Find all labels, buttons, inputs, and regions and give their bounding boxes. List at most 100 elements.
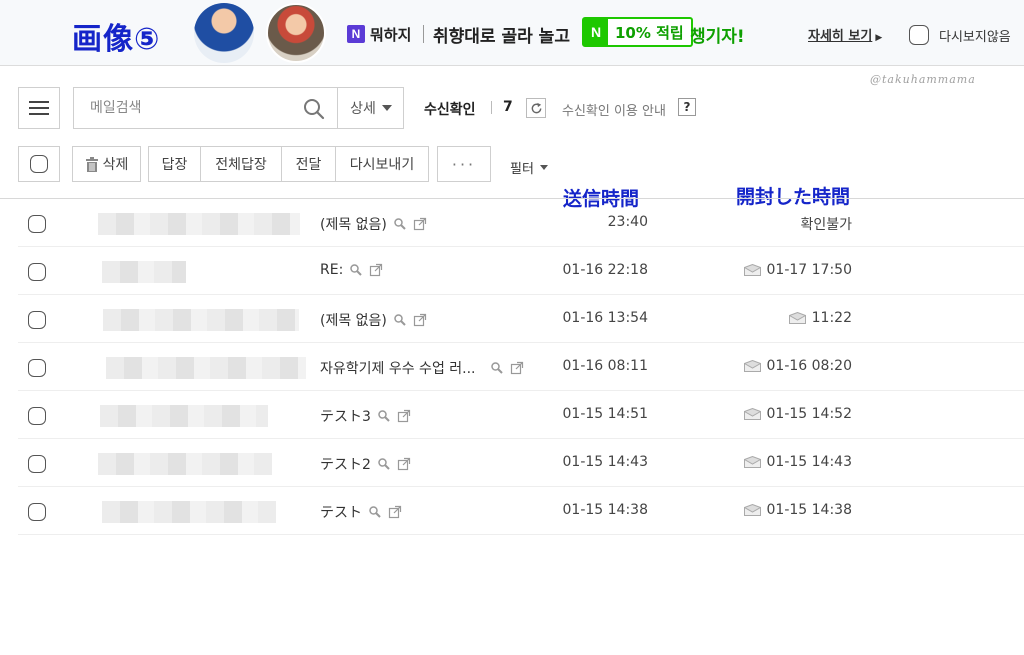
table-row[interactable]: (제목 없음) 01-16 13:54 11:22 bbox=[18, 295, 1024, 343]
resend-button[interactable]: 다시보내기 bbox=[335, 146, 429, 182]
detail-label: 상세 bbox=[350, 101, 376, 117]
table-row[interactable]: RE: 01-16 22:18 01-17 17:50 bbox=[18, 247, 1024, 295]
reply-button[interactable]: 답장 bbox=[148, 146, 201, 182]
receipt-divider bbox=[491, 101, 492, 114]
opened-time-text: 01-15 14:52 bbox=[766, 406, 852, 422]
ad-banner[interactable]: 画像⑤ N 뭐하지 취향대로 골라 놀고 N 10% 적립 챙기자! 자세히 보… bbox=[0, 0, 1024, 66]
help-icon[interactable]: ? bbox=[678, 98, 696, 116]
row-checkbox[interactable] bbox=[28, 407, 46, 425]
table-row[interactable]: テスト 01-15 14:38 01-15 14:38 bbox=[18, 487, 1024, 535]
sent-time: 01-16 08:11 bbox=[562, 358, 648, 374]
filter-dropdown[interactable]: 필터 bbox=[510, 158, 548, 177]
sender-blurred bbox=[100, 405, 268, 427]
magnifier-icon[interactable] bbox=[368, 505, 382, 519]
checkbox-icon bbox=[30, 155, 48, 173]
hamburger-menu-icon[interactable] bbox=[18, 87, 60, 129]
search-icon[interactable] bbox=[302, 97, 326, 121]
sender-blurred bbox=[102, 501, 276, 523]
envelope-open-icon bbox=[788, 312, 806, 324]
row-checkbox[interactable] bbox=[28, 359, 46, 377]
row-checkbox[interactable] bbox=[28, 263, 46, 281]
mail-subject[interactable]: テスト2 bbox=[320, 454, 411, 474]
table-row[interactable]: 자유학기제 우수 수업 러... 01-16 08:11 01-16 08:20 bbox=[18, 343, 1024, 391]
opened-time: 01-16 08:20 bbox=[698, 358, 852, 374]
receipt-help-link[interactable]: 수신확인 이용 안내 bbox=[562, 100, 666, 119]
envelope-open-icon bbox=[743, 504, 761, 516]
ad-divider bbox=[423, 25, 424, 43]
sent-time: 01-15 14:43 bbox=[562, 454, 648, 470]
chevron-down-icon bbox=[539, 165, 548, 170]
table-row[interactable]: テスト3 01-15 14:51 01-15 14:52 bbox=[18, 391, 1024, 439]
naverpay-reward-label: 10% 적립 bbox=[615, 23, 684, 42]
ad-cta-text: 챙기자! bbox=[690, 27, 745, 47]
mail-subject[interactable]: (제목 없음) bbox=[320, 214, 427, 234]
opened-time: 01-15 14:52 bbox=[698, 406, 852, 422]
subject-text: RE: bbox=[320, 262, 344, 278]
sender-blurred bbox=[98, 453, 272, 475]
popout-icon[interactable] bbox=[397, 409, 411, 423]
sender-blurred bbox=[102, 261, 186, 283]
popout-icon[interactable] bbox=[388, 505, 402, 519]
row-checkbox[interactable] bbox=[28, 455, 46, 473]
popout-icon[interactable] bbox=[369, 263, 383, 277]
reply-all-button[interactable]: 전체답장 bbox=[200, 146, 282, 182]
mail-subject[interactable]: テスト3 bbox=[320, 406, 411, 426]
naver-n-icon: N bbox=[347, 25, 365, 43]
opened-time: 확인불가 bbox=[698, 214, 852, 234]
sent-time: 01-15 14:51 bbox=[562, 406, 648, 422]
sent-time: 23:40 bbox=[607, 214, 648, 230]
refresh-icon[interactable] bbox=[526, 98, 546, 118]
search-box: 상세 bbox=[73, 87, 404, 129]
search-input[interactable] bbox=[74, 88, 336, 128]
magnifier-icon[interactable] bbox=[349, 263, 363, 277]
opened-time-text: 01-16 08:20 bbox=[766, 358, 852, 374]
magnifier-icon[interactable] bbox=[393, 313, 407, 327]
envelope-open-icon bbox=[743, 360, 761, 372]
chevron-down-icon bbox=[381, 105, 392, 111]
select-all-checkbox[interactable] bbox=[18, 146, 60, 182]
subject-text: 자유학기제 우수 수업 러... bbox=[320, 361, 476, 377]
opened-time-text: 01-17 17:50 bbox=[766, 262, 852, 278]
filter-label: 필터 bbox=[510, 162, 534, 177]
dont-show-checkbox[interactable] bbox=[909, 25, 929, 45]
popout-icon[interactable] bbox=[397, 457, 411, 471]
row-checkbox[interactable] bbox=[28, 311, 46, 329]
sent-time: 01-15 14:38 bbox=[562, 502, 648, 518]
magnifier-icon[interactable] bbox=[393, 217, 407, 231]
magnifier-icon[interactable] bbox=[377, 457, 391, 471]
detail-search-button[interactable]: 상세 bbox=[338, 88, 404, 128]
envelope-open-icon bbox=[743, 408, 761, 420]
mail-subject[interactable]: 자유학기제 우수 수업 러... bbox=[320, 358, 524, 378]
envelope-open-icon bbox=[743, 456, 761, 468]
opened-time-text: 확인불가 bbox=[800, 217, 852, 233]
sender-blurred bbox=[98, 213, 300, 235]
chevron-right-icon: ▶ bbox=[875, 33, 883, 43]
opened-time-text: 01-15 14:38 bbox=[766, 502, 852, 518]
watermark: @takuhammama bbox=[870, 73, 976, 86]
mail-subject[interactable]: テスト bbox=[320, 502, 402, 522]
ad-more-label: 자세히 보기 bbox=[808, 29, 873, 44]
banner-photo-2 bbox=[266, 3, 326, 63]
ad-more-link[interactable]: 자세히 보기 ▶ bbox=[808, 25, 882, 44]
popout-icon[interactable] bbox=[413, 313, 427, 327]
popout-icon[interactable] bbox=[413, 217, 427, 231]
subject-text: テスト2 bbox=[320, 457, 371, 473]
row-checkbox[interactable] bbox=[28, 215, 46, 233]
more-options-button[interactable]: ··· bbox=[437, 146, 491, 182]
receipt-check-title: 수신확인 bbox=[424, 102, 476, 118]
forward-button[interactable]: 전달 bbox=[281, 146, 336, 182]
delete-label: 삭제 bbox=[102, 157, 129, 173]
mail-subject[interactable]: (제목 없음) bbox=[320, 310, 427, 330]
ad-slogan: 취향대로 골라 놀고 bbox=[433, 27, 570, 47]
table-row[interactable]: (제목 없음) 23:40 확인불가 bbox=[18, 199, 1024, 247]
sent-time: 01-16 13:54 bbox=[562, 310, 648, 326]
magnifier-icon[interactable] bbox=[377, 409, 391, 423]
dont-show-label[interactable]: 다시보지않음 bbox=[939, 26, 1011, 45]
opened-time: 01-15 14:38 bbox=[698, 502, 852, 518]
subject-text: テスト bbox=[320, 505, 362, 521]
mail-subject[interactable]: RE: bbox=[320, 262, 383, 278]
delete-button[interactable]: 삭제 bbox=[72, 146, 141, 182]
sender-blurred bbox=[106, 357, 306, 379]
row-checkbox[interactable] bbox=[28, 503, 46, 521]
table-row[interactable]: テスト2 01-15 14:43 01-15 14:43 bbox=[18, 439, 1024, 487]
